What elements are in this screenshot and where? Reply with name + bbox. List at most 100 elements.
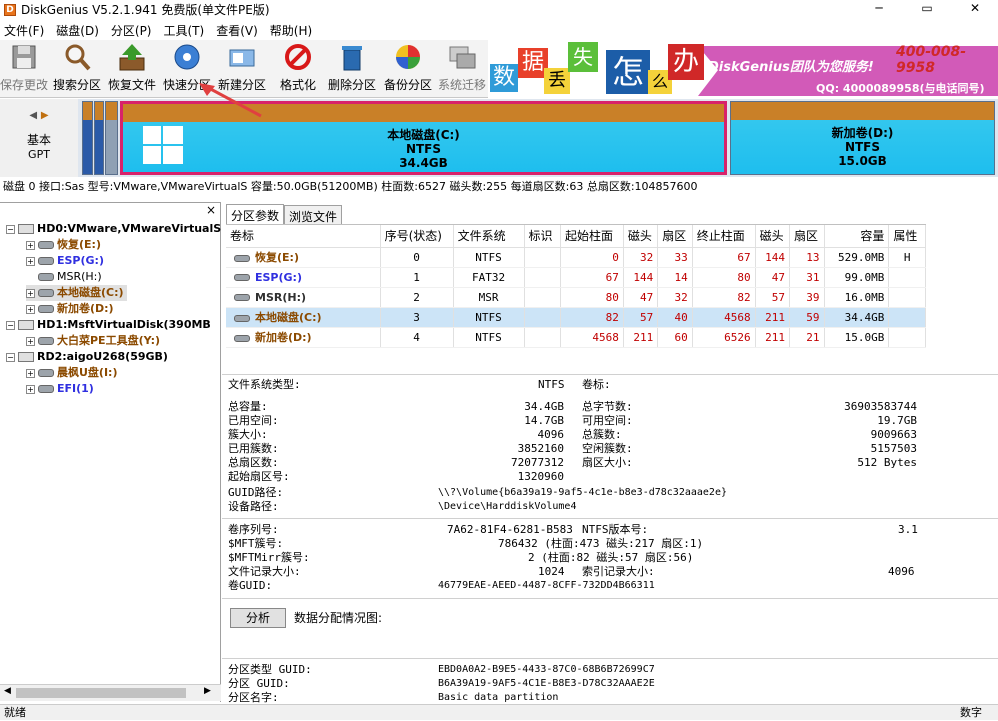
status-bar: 就绪 数字: [0, 704, 998, 720]
scroll-left-icon[interactable]: ◀: [4, 686, 11, 696]
col-index[interactable]: 序号(状态): [380, 225, 454, 248]
tree-partition-label: ESP(G:): [57, 254, 104, 267]
volume-label-label: 卷标:: [582, 378, 611, 391]
expand-icon[interactable]: +: [26, 288, 35, 298]
collapse-icon[interactable]: −: [6, 320, 15, 330]
menu-help[interactable]: 帮助(H): [266, 22, 320, 39]
close-panel-icon[interactable]: ×: [206, 203, 216, 217]
cell-volume: 本地磁盘(C:): [226, 307, 381, 328]
menu-disk[interactable]: 磁盘(D): [52, 22, 107, 39]
col-capacity[interactable]: 容量: [824, 225, 890, 248]
tab-partition-params[interactable]: 分区参数: [226, 204, 285, 224]
partition-block-recovery[interactable]: [82, 101, 93, 175]
tree-partition-selected[interactable]: + 本地磁盘(C:): [26, 285, 127, 301]
serial-label: 卷序列号:: [228, 523, 279, 536]
partition-icon: [234, 334, 250, 342]
cell-attr: [888, 307, 926, 328]
prev-disk-icon[interactable]: ◀: [29, 110, 37, 121]
collapse-icon[interactable]: −: [6, 352, 15, 362]
tree-disk-hd1[interactable]: − HD1:MsftVirtualDisk(390MB: [6, 317, 211, 333]
index-size-label: 索引记录大小:: [582, 565, 655, 578]
save-changes-button[interactable]: 保存更改: [0, 42, 48, 96]
delete-partition-button[interactable]: 删除分区: [326, 42, 378, 96]
expand-icon[interactable]: +: [26, 240, 35, 250]
scroll-right-icon[interactable]: ▶: [204, 686, 211, 696]
tree-disk-hd0[interactable]: − HD0:VMware,VMwareVirtualS: [6, 221, 221, 237]
restore-button[interactable]: ▭: [904, 0, 950, 19]
tree-horizontal-scrollbar[interactable]: ◀ ▶: [0, 684, 221, 701]
col-end-head[interactable]: 磁头: [755, 225, 791, 248]
col-fs[interactable]: 文件系统: [453, 225, 525, 248]
search-partition-button[interactable]: 搜索分区: [52, 42, 102, 96]
expand-icon[interactable]: +: [26, 256, 35, 266]
tree-partition[interactable]: + 晨枫U盘(I:): [26, 365, 117, 381]
partition-block-msr[interactable]: [105, 101, 118, 175]
backup-partition-button[interactable]: 备份分区: [382, 42, 434, 96]
table-row[interactable]: ESP(G:) 1 FAT32 67 144 14 80 47 31 99.0MB: [226, 267, 926, 288]
scroll-thumb[interactable]: [16, 688, 186, 698]
col-volume[interactable]: 卷标: [226, 225, 381, 248]
col-start-head[interactable]: 磁头: [623, 225, 659, 248]
toolbar-label: 系统迁移: [437, 78, 486, 92]
analyze-button[interactable]: 分析: [230, 608, 286, 628]
cell-start-head: 144: [623, 267, 659, 288]
cell-start-head: 47: [623, 287, 659, 308]
quick-partition-icon: [172, 42, 202, 72]
disk-map: ◀ ▶ 基本 GPT 本地磁盘(C:) NTFS 34.4GB 新加卷(D:) …: [0, 99, 998, 177]
partition-details-panel: 分区参数 浏览文件 卷标 序号(状态) 文件系统 标识 起始柱面 磁头 扇区 终…: [222, 202, 998, 704]
cell-index: 4: [380, 327, 454, 348]
banner-tagline: DiskGenius团队为您服务!: [708, 60, 874, 75]
col-start-sector[interactable]: 扇区: [657, 225, 693, 248]
stat-label: 起始扇区号:: [228, 470, 290, 483]
cell-fs: NTFS: [453, 247, 525, 268]
format-button[interactable]: 格式化: [276, 42, 320, 96]
expand-icon[interactable]: +: [26, 384, 35, 394]
partition-icon: [38, 241, 54, 249]
menu-tools[interactable]: 工具(T): [160, 22, 213, 39]
menu-file[interactable]: 文件(F): [0, 22, 52, 39]
close-button[interactable]: ✕: [952, 0, 998, 19]
tree-partition[interactable]: + EFI(1): [26, 381, 94, 397]
tab-browse-files[interactable]: 浏览文件: [284, 205, 343, 225]
expand-icon[interactable]: +: [26, 304, 35, 314]
col-id[interactable]: 标识: [524, 225, 562, 248]
cell-capacity: 34.4GB: [824, 307, 890, 328]
collapse-icon[interactable]: −: [6, 224, 15, 234]
col-end-cyl[interactable]: 终止柱面: [692, 225, 756, 248]
cell-start-sector: 60: [657, 327, 693, 348]
tree-partition[interactable]: + 新加卷(D:): [26, 301, 114, 317]
menu-partition[interactable]: 分区(P): [107, 22, 160, 39]
tree-partition[interactable]: MSR(H:): [38, 269, 102, 285]
expand-icon[interactable]: +: [26, 336, 35, 346]
table-row[interactable]: 本地磁盘(C:) 3 NTFS 82 57 40 4568 211 59 34.4GB: [226, 307, 926, 328]
toolbar-label: 搜索分区: [52, 78, 101, 92]
tree-partition-label: 大白菜PE工具盘(Y:): [57, 334, 161, 347]
system-migrate-button[interactable]: 系统迁移: [436, 42, 488, 96]
cell-capacity: 15.0GB: [824, 327, 890, 348]
partition-icon: [234, 314, 250, 322]
expand-icon[interactable]: +: [26, 368, 35, 378]
tree-partition[interactable]: + 大白菜PE工具盘(Y:): [26, 333, 160, 349]
col-attr[interactable]: 属性: [888, 225, 926, 248]
tree-partition-label: MSR(H:): [57, 270, 102, 283]
table-row[interactable]: 新加卷(D:) 4 NTFS 4568 211 60 6526 211 21 15.0GB: [226, 327, 926, 348]
banner-char-5: 怎: [606, 50, 650, 94]
next-disk-icon[interactable]: ▶: [41, 110, 49, 121]
tree-disk-rd2[interactable]: − RD2:aigoU268(59GB): [6, 349, 168, 365]
partition-block-d[interactable]: 新加卷(D:) NTFS 15.0GB: [730, 101, 995, 175]
annotation-arrow-icon: [199, 83, 262, 118]
toolbar-label: 保存更改: [0, 78, 49, 92]
recover-files-button[interactable]: 恢复文件: [106, 42, 158, 96]
col-end-sector[interactable]: 扇区: [789, 225, 825, 248]
col-start-cyl[interactable]: 起始柱面: [560, 225, 624, 248]
table-row[interactable]: 恢复(E:) 0 NTFS 0 32 33 67 144 13 529.0MB H: [226, 247, 926, 268]
ad-banner[interactable]: 数 据 丢 失 怎 么 办 DiskGenius团队为您服务! 400-008-…: [488, 40, 998, 98]
stat-label: 总簇数:: [582, 428, 622, 441]
partition-block-esp[interactable]: [94, 101, 104, 175]
tree-partition[interactable]: + 恢复(E:): [26, 237, 101, 253]
tree-partition[interactable]: + ESP(G:): [26, 253, 104, 269]
cell-id: [524, 247, 562, 268]
menu-view[interactable]: 查看(V): [212, 22, 266, 39]
minimize-button[interactable]: ─: [856, 0, 902, 19]
table-row[interactable]: MSR(H:) 2 MSR 80 47 32 82 57 39 16.0MB: [226, 287, 926, 308]
